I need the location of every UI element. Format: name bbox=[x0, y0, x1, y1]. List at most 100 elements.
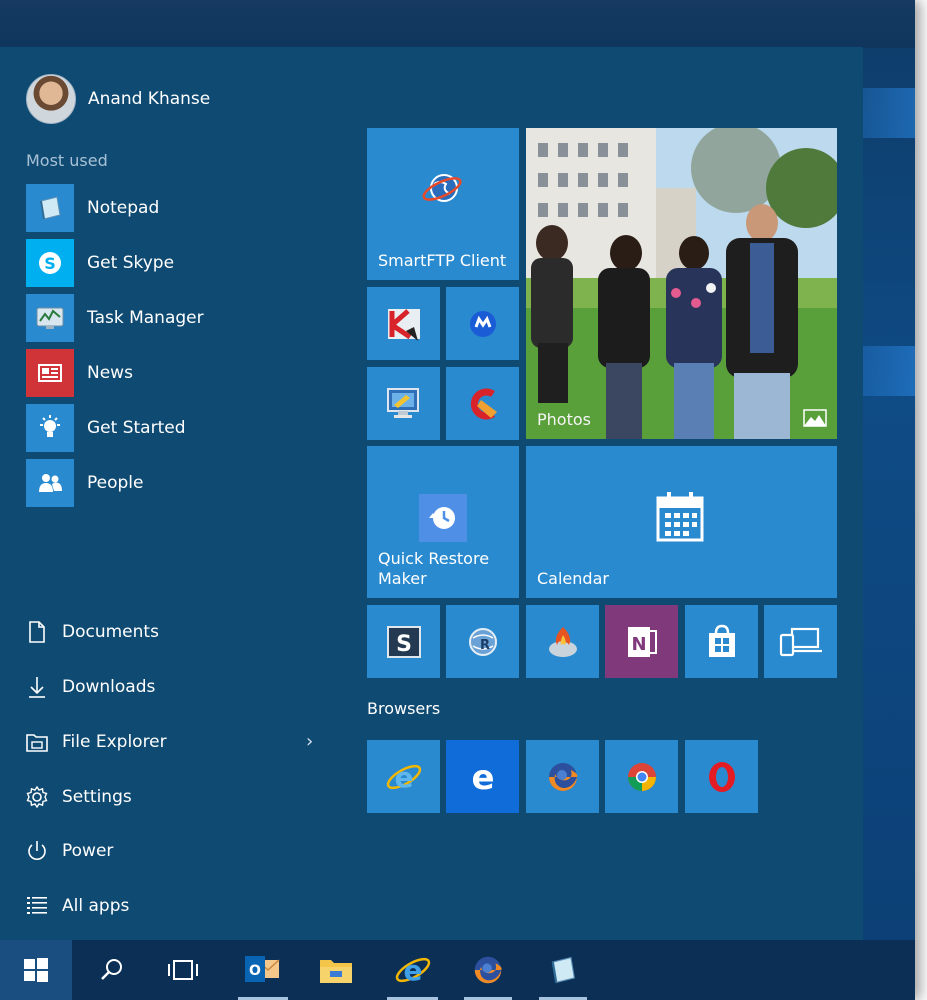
svg-text:S: S bbox=[44, 254, 56, 273]
skype-icon: S bbox=[26, 239, 74, 287]
edge-icon: e bbox=[471, 758, 494, 796]
start-menu: Anand Khanse Most used Notepad S Get Sky… bbox=[0, 47, 863, 940]
windows-logo-icon bbox=[24, 958, 48, 982]
devices-icon bbox=[779, 627, 822, 656]
svg-text:e: e bbox=[403, 954, 422, 987]
file-explorer-label: File Explorer bbox=[62, 732, 167, 752]
onenote-icon: N bbox=[627, 626, 657, 657]
svg-text:N: N bbox=[631, 634, 646, 655]
most-used-label-news: News bbox=[87, 363, 133, 383]
calendar-icon bbox=[656, 490, 704, 546]
store-bag-icon bbox=[708, 624, 735, 657]
svg-text:e: e bbox=[394, 761, 413, 794]
most-used-item-notepad[interactable]: Notepad bbox=[26, 184, 159, 232]
kaspersky-icon bbox=[387, 308, 420, 341]
task-view-icon bbox=[168, 960, 198, 980]
file-explorer-link[interactable]: File Explorer bbox=[24, 729, 167, 755]
all-apps-label: All apps bbox=[62, 896, 130, 916]
tile-smartftp[interactable]: SmartFTP Client bbox=[367, 128, 519, 280]
tile-label-calendar: Calendar bbox=[537, 569, 609, 588]
svg-text:O: O bbox=[249, 963, 261, 979]
tile-quick-restore-maker[interactable]: Quick Restore Maker bbox=[367, 446, 519, 598]
downloads-label: Downloads bbox=[62, 677, 156, 697]
most-used-item-get-started[interactable]: Get Started bbox=[26, 404, 185, 452]
svg-text:S: S bbox=[396, 632, 412, 657]
start-button[interactable] bbox=[0, 940, 72, 1000]
taskbar: O e bbox=[0, 940, 915, 1000]
taskbar-internet-explorer[interactable]: e bbox=[381, 940, 444, 1000]
file-explorer-icon bbox=[24, 729, 50, 755]
taskbar-firefox[interactable] bbox=[458, 940, 518, 1000]
internet-explorer-icon: e bbox=[386, 761, 421, 794]
firefox-icon bbox=[548, 762, 577, 791]
quick-restore-icon bbox=[419, 494, 467, 542]
chevron-right-icon[interactable]: › bbox=[306, 731, 313, 752]
tile-restore-app[interactable]: R bbox=[446, 605, 519, 678]
all-apps-icon bbox=[24, 893, 50, 919]
tile-calendar[interactable]: Calendar bbox=[526, 446, 837, 598]
tile-malwarebytes[interactable] bbox=[446, 287, 519, 360]
power-icon bbox=[24, 838, 50, 864]
ccleaner-icon bbox=[470, 388, 497, 419]
outlook-icon: O bbox=[245, 956, 280, 982]
tile-display-settings[interactable] bbox=[367, 367, 440, 440]
opera-icon bbox=[708, 761, 735, 792]
tile-kaspersky[interactable] bbox=[367, 287, 440, 360]
tile-label-smartftp: SmartFTP Client bbox=[378, 251, 507, 270]
tile-internet-explorer[interactable]: e bbox=[367, 740, 440, 813]
tile-chrome[interactable] bbox=[605, 740, 678, 813]
chrome-icon bbox=[627, 762, 656, 791]
most-used-item-task-manager[interactable]: Task Manager bbox=[26, 294, 204, 342]
tile-label-photos: Photos bbox=[537, 410, 591, 429]
people-icon bbox=[26, 459, 74, 507]
power-label: Power bbox=[62, 841, 114, 861]
firefox-icon bbox=[474, 956, 502, 984]
tile-opera[interactable] bbox=[685, 740, 758, 813]
most-used-item-news[interactable]: News bbox=[26, 349, 133, 397]
settings-link[interactable]: Settings bbox=[24, 784, 132, 810]
notepad-icon bbox=[26, 184, 74, 232]
most-used-item-skype[interactable]: S Get Skype bbox=[26, 239, 174, 287]
start-left-pane: Anand Khanse Most used Notepad S Get Sky… bbox=[0, 47, 345, 940]
taskbar-outlook[interactable]: O bbox=[232, 940, 294, 1000]
restore-globe-icon: R bbox=[468, 627, 497, 656]
snagit-icon: S bbox=[386, 625, 421, 658]
lightbulb-icon bbox=[26, 404, 74, 452]
tile-ccleaner[interactable] bbox=[446, 367, 519, 440]
most-used-label-skype: Get Skype bbox=[87, 253, 175, 273]
document-icon bbox=[24, 619, 50, 645]
most-used-item-people[interactable]: People bbox=[26, 459, 143, 507]
gear-icon bbox=[24, 784, 50, 810]
avatar bbox=[26, 74, 76, 124]
tile-burner-app[interactable] bbox=[526, 605, 599, 678]
most-used-label: Most used bbox=[26, 151, 108, 170]
tile-snagit[interactable]: S bbox=[367, 605, 440, 678]
notepad-icon bbox=[551, 956, 575, 984]
tile-edge[interactable]: e bbox=[446, 740, 519, 813]
taskbar-file-explorer[interactable] bbox=[306, 940, 366, 1000]
documents-link[interactable]: Documents bbox=[24, 619, 159, 645]
user-name: Anand Khanse bbox=[88, 89, 211, 109]
browsers-group-label: Browsers bbox=[367, 699, 441, 718]
documents-label: Documents bbox=[62, 622, 159, 642]
tile-firefox[interactable] bbox=[526, 740, 599, 813]
svg-text:e: e bbox=[471, 758, 494, 796]
download-icon bbox=[24, 674, 50, 700]
tile-store[interactable] bbox=[685, 605, 758, 678]
all-apps-link[interactable]: All apps bbox=[24, 893, 129, 919]
display-settings-icon bbox=[386, 387, 419, 418]
photo-image bbox=[526, 128, 837, 439]
downloads-link[interactable]: Downloads bbox=[24, 674, 155, 700]
flame-disc-icon bbox=[548, 626, 577, 657]
taskbar-notepad[interactable] bbox=[533, 940, 593, 1000]
task-view-button[interactable] bbox=[153, 940, 213, 1000]
power-button[interactable]: Power bbox=[24, 838, 113, 864]
tile-photos[interactable]: Photos bbox=[526, 128, 837, 439]
svg-text:R: R bbox=[479, 638, 489, 653]
search-button[interactable] bbox=[82, 940, 142, 1000]
most-used-label-get-started: Get Started bbox=[87, 418, 186, 438]
user-account[interactable]: Anand Khanse bbox=[26, 74, 210, 124]
tile-onenote[interactable]: N bbox=[605, 605, 678, 678]
tile-label-quick-restore: Quick Restore Maker bbox=[378, 549, 490, 588]
tile-devices[interactable] bbox=[764, 605, 837, 678]
